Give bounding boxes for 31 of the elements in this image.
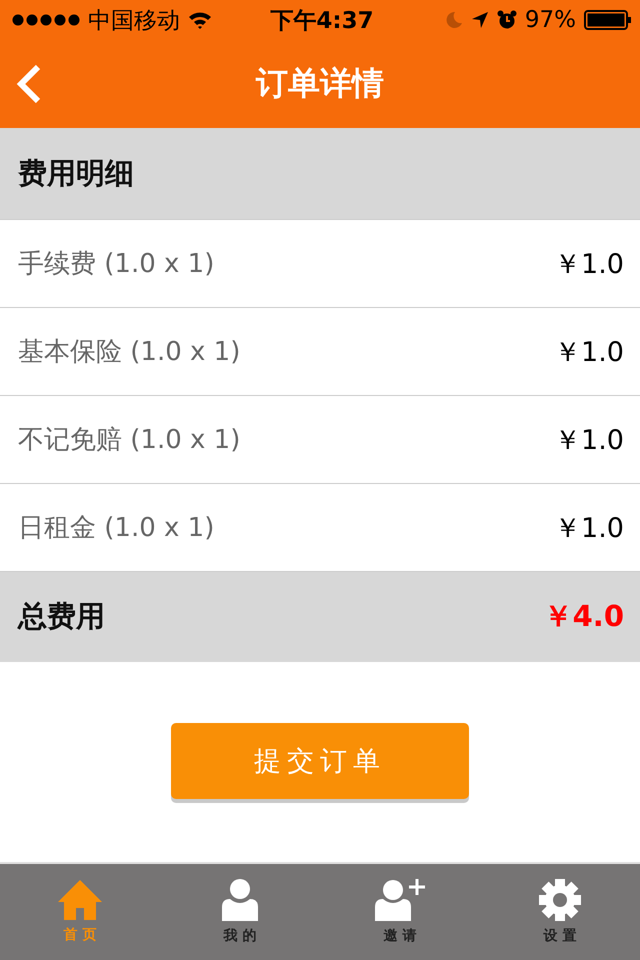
person-icon <box>222 879 258 921</box>
wifi-icon <box>188 11 212 29</box>
fee-label: 基本保险 (1.0 x 1) <box>18 336 240 369</box>
battery-icon <box>584 10 632 30</box>
settings-icon <box>539 879 581 921</box>
carrier-name: 中国移动 <box>88 6 180 36</box>
fee-amount: ￥1.0 <box>554 336 624 370</box>
fee-amount: ￥1.0 <box>554 512 624 546</box>
add-person-icon <box>375 879 425 921</box>
total-label: 总费用 <box>18 598 105 635</box>
fee-label: 日租金 (1.0 x 1) <box>18 512 214 545</box>
tab-item[interactable]: 设 置 <box>480 864 640 960</box>
alarm-icon <box>496 10 517 30</box>
submit-order-button[interactable]: 提交订单 <box>171 723 469 799</box>
signal-icon <box>12 14 80 26</box>
section-title: 费用明细 <box>18 154 134 192</box>
home-icon <box>58 880 102 920</box>
fee-label: 不记免赔 (1.0 x 1) <box>18 424 240 457</box>
fee-amount: ￥1.0 <box>554 248 624 282</box>
tab-item[interactable]: 首 页 <box>0 864 160 960</box>
battery-percent: 97% <box>524 7 576 33</box>
moon-icon <box>444 11 463 29</box>
status-time: 下午4:37 <box>270 6 374 36</box>
tab-item[interactable]: 邀 请 <box>320 864 480 960</box>
fee-label: 手续费 (1.0 x 1) <box>18 248 214 281</box>
tab-item[interactable]: 我 的 <box>160 864 320 960</box>
location-arrow-icon <box>470 11 489 29</box>
total-amount: ￥4.0 <box>544 598 624 635</box>
page-title: 订单详情 <box>256 63 384 104</box>
back-icon[interactable] <box>16 64 42 104</box>
fee-amount: ￥1.0 <box>554 424 624 458</box>
